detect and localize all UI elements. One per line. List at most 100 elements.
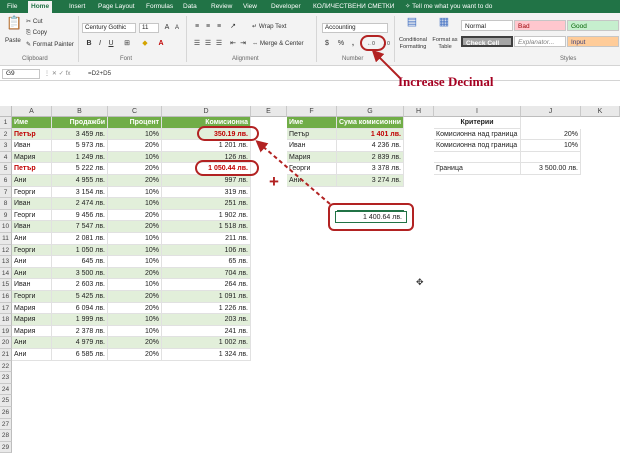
cut-button[interactable]: ✂ Cut bbox=[26, 18, 43, 26]
table1-cell[interactable]: 6 585 лв. bbox=[52, 349, 108, 361]
table1-cell[interactable]: 5 222 лв. bbox=[52, 163, 108, 175]
table1-cell[interactable]: 704 лв. bbox=[162, 267, 251, 280]
row-header[interactable]: 11 bbox=[0, 233, 12, 245]
tab-home[interactable]: Home bbox=[28, 1, 53, 13]
row-header[interactable]: 27 bbox=[0, 418, 12, 431]
underline-icon[interactable]: U bbox=[106, 39, 116, 49]
tab-developer[interactable]: Developer bbox=[268, 1, 304, 13]
table2-header[interactable]: Сума комисионни bbox=[337, 117, 404, 129]
font-color-icon[interactable]: A bbox=[156, 39, 166, 49]
table1-cell[interactable]: 5 425 лв. bbox=[52, 291, 108, 303]
table1-cell[interactable]: Ани bbox=[12, 256, 52, 268]
table1-cell[interactable]: Ани bbox=[12, 175, 52, 187]
row-header[interactable]: 23 bbox=[0, 372, 12, 384]
selected-cell-g9[interactable]: 1 400.64 лв. bbox=[335, 211, 407, 223]
tab-file[interactable]: File bbox=[4, 1, 20, 13]
align-right-icon[interactable]: ☰ bbox=[214, 39, 224, 49]
table1-cell[interactable]: Иван bbox=[12, 140, 52, 152]
table1-header[interactable]: Име bbox=[12, 117, 52, 129]
select-all-corner[interactable] bbox=[0, 106, 12, 117]
table1-cell[interactable]: 20% bbox=[108, 267, 162, 280]
table1-cell[interactable]: Иван bbox=[12, 198, 52, 210]
table1-header[interactable]: Продажби bbox=[52, 117, 108, 129]
table2-cell[interactable]: 3 378 лв. bbox=[337, 163, 404, 175]
row-header[interactable]: 10 bbox=[0, 221, 12, 233]
column-header[interactable]: A bbox=[12, 106, 52, 117]
table1-cell[interactable]: Мария bbox=[12, 302, 52, 315]
decrease-indent-icon[interactable]: ⇤ bbox=[228, 39, 238, 49]
table1-cell[interactable]: Георги bbox=[12, 209, 52, 222]
style-good[interactable]: Good bbox=[567, 20, 619, 31]
row-header[interactable]: 22 bbox=[0, 360, 12, 373]
table2-cell[interactable]: 2 839 лв. bbox=[337, 151, 404, 164]
style-bad[interactable]: Bad bbox=[514, 20, 566, 31]
criteria-label[interactable]: Комисионна над граница bbox=[434, 128, 521, 141]
row-header[interactable]: 29 bbox=[0, 441, 12, 454]
name-box[interactable]: G9 bbox=[2, 69, 40, 79]
tell-me-search[interactable]: ✧ Tell me what you want to do bbox=[405, 1, 492, 13]
table1-cell[interactable]: Ани bbox=[12, 267, 52, 280]
fill-color-icon[interactable]: ◆ bbox=[140, 39, 150, 49]
bold-icon[interactable]: B bbox=[84, 39, 94, 49]
table1-cell[interactable]: 1 902 лв. bbox=[162, 209, 251, 222]
table1-cell[interactable]: 4 979 лв. bbox=[52, 337, 108, 349]
criteria-title[interactable]: Критерии bbox=[434, 117, 521, 129]
row-header[interactable]: 19 bbox=[0, 325, 12, 338]
align-center-icon[interactable]: ☰ bbox=[203, 39, 213, 49]
row-header[interactable]: 15 bbox=[0, 279, 12, 291]
table1-cell[interactable]: 10% bbox=[108, 233, 162, 245]
table1-cell[interactable]: 2 603 лв. bbox=[52, 279, 108, 291]
column-header[interactable]: B bbox=[52, 106, 108, 117]
merge-center-button[interactable]: ⇔ Merge & Center bbox=[252, 40, 304, 48]
tab-custom[interactable]: КОЛИЧЕСТВЕНИ СМЕТКИ bbox=[310, 1, 397, 13]
italic-icon[interactable]: I bbox=[95, 39, 105, 49]
decrease-font-icon[interactable]: A bbox=[172, 23, 182, 33]
increase-font-icon[interactable]: A bbox=[162, 23, 172, 33]
align-middle-icon[interactable]: ≡ bbox=[203, 22, 213, 32]
table1-cell[interactable]: 10% bbox=[108, 244, 162, 257]
orientation-icon[interactable]: ↗ bbox=[228, 22, 238, 32]
table1-cell[interactable]: Ани bbox=[12, 233, 52, 245]
table1-cell[interactable]: 10% bbox=[108, 279, 162, 291]
table1-cell[interactable]: 20% bbox=[108, 337, 162, 349]
column-header[interactable]: D bbox=[162, 106, 251, 117]
row-header[interactable]: 25 bbox=[0, 395, 12, 407]
table2-header[interactable]: Име bbox=[287, 117, 337, 129]
table1-cell[interactable]: 211 лв. bbox=[162, 233, 251, 245]
table1-cell[interactable]: 319 лв. bbox=[162, 186, 251, 199]
table1-cell[interactable]: 1 324 лв. bbox=[162, 349, 251, 361]
table1-cell[interactable]: 2 474 лв. bbox=[52, 198, 108, 210]
table1-cell[interactable]: 645 лв. bbox=[52, 256, 108, 268]
column-header[interactable]: J bbox=[521, 106, 581, 117]
criteria-value[interactable]: 20% bbox=[521, 128, 581, 141]
align-bottom-icon[interactable]: ≡ bbox=[214, 22, 224, 32]
criteria-value[interactable]: 3 500.00 лв. bbox=[521, 163, 581, 175]
borders-icon[interactable]: ⊞ bbox=[122, 39, 132, 49]
number-format-select[interactable]: Accounting bbox=[322, 23, 388, 33]
criteria-label[interactable] bbox=[434, 151, 521, 164]
column-header[interactable]: H bbox=[404, 106, 434, 117]
row-header[interactable]: 1 bbox=[0, 117, 12, 129]
percent-icon[interactable]: % bbox=[336, 39, 346, 49]
table1-cell[interactable]: 2 378 лв. bbox=[52, 325, 108, 338]
row-header[interactable]: 16 bbox=[0, 291, 12, 303]
table1-cell[interactable]: 10% bbox=[108, 325, 162, 338]
column-header[interactable]: C bbox=[108, 106, 162, 117]
table1-cell[interactable]: 3 500 лв. bbox=[52, 267, 108, 280]
tab-formulas[interactable]: Formulas bbox=[143, 1, 176, 13]
style-explanatory[interactable]: Explanator... bbox=[514, 36, 566, 47]
table1-cell[interactable]: 106 лв. bbox=[162, 244, 251, 257]
comma-style-icon[interactable]: , bbox=[348, 39, 358, 49]
align-left-icon[interactable]: ☰ bbox=[192, 39, 202, 49]
row-header[interactable]: 4 bbox=[0, 151, 12, 164]
wrap-text-button[interactable]: ↵ Wrap Text bbox=[252, 23, 287, 31]
table1-cell[interactable]: 5 973 лв. bbox=[52, 140, 108, 152]
criteria-label[interactable]: Комисионна под граница bbox=[434, 140, 521, 152]
table1-header[interactable]: Процент bbox=[108, 117, 162, 129]
row-header[interactable]: 12 bbox=[0, 244, 12, 257]
table1-cell[interactable]: 2 081 лв. bbox=[52, 233, 108, 245]
criteria-value[interactable] bbox=[521, 151, 581, 164]
table1-cell[interactable]: Георги bbox=[12, 244, 52, 257]
table1-cell[interactable]: 3 459 лв. bbox=[52, 128, 108, 141]
row-header[interactable]: 2 bbox=[0, 128, 12, 141]
